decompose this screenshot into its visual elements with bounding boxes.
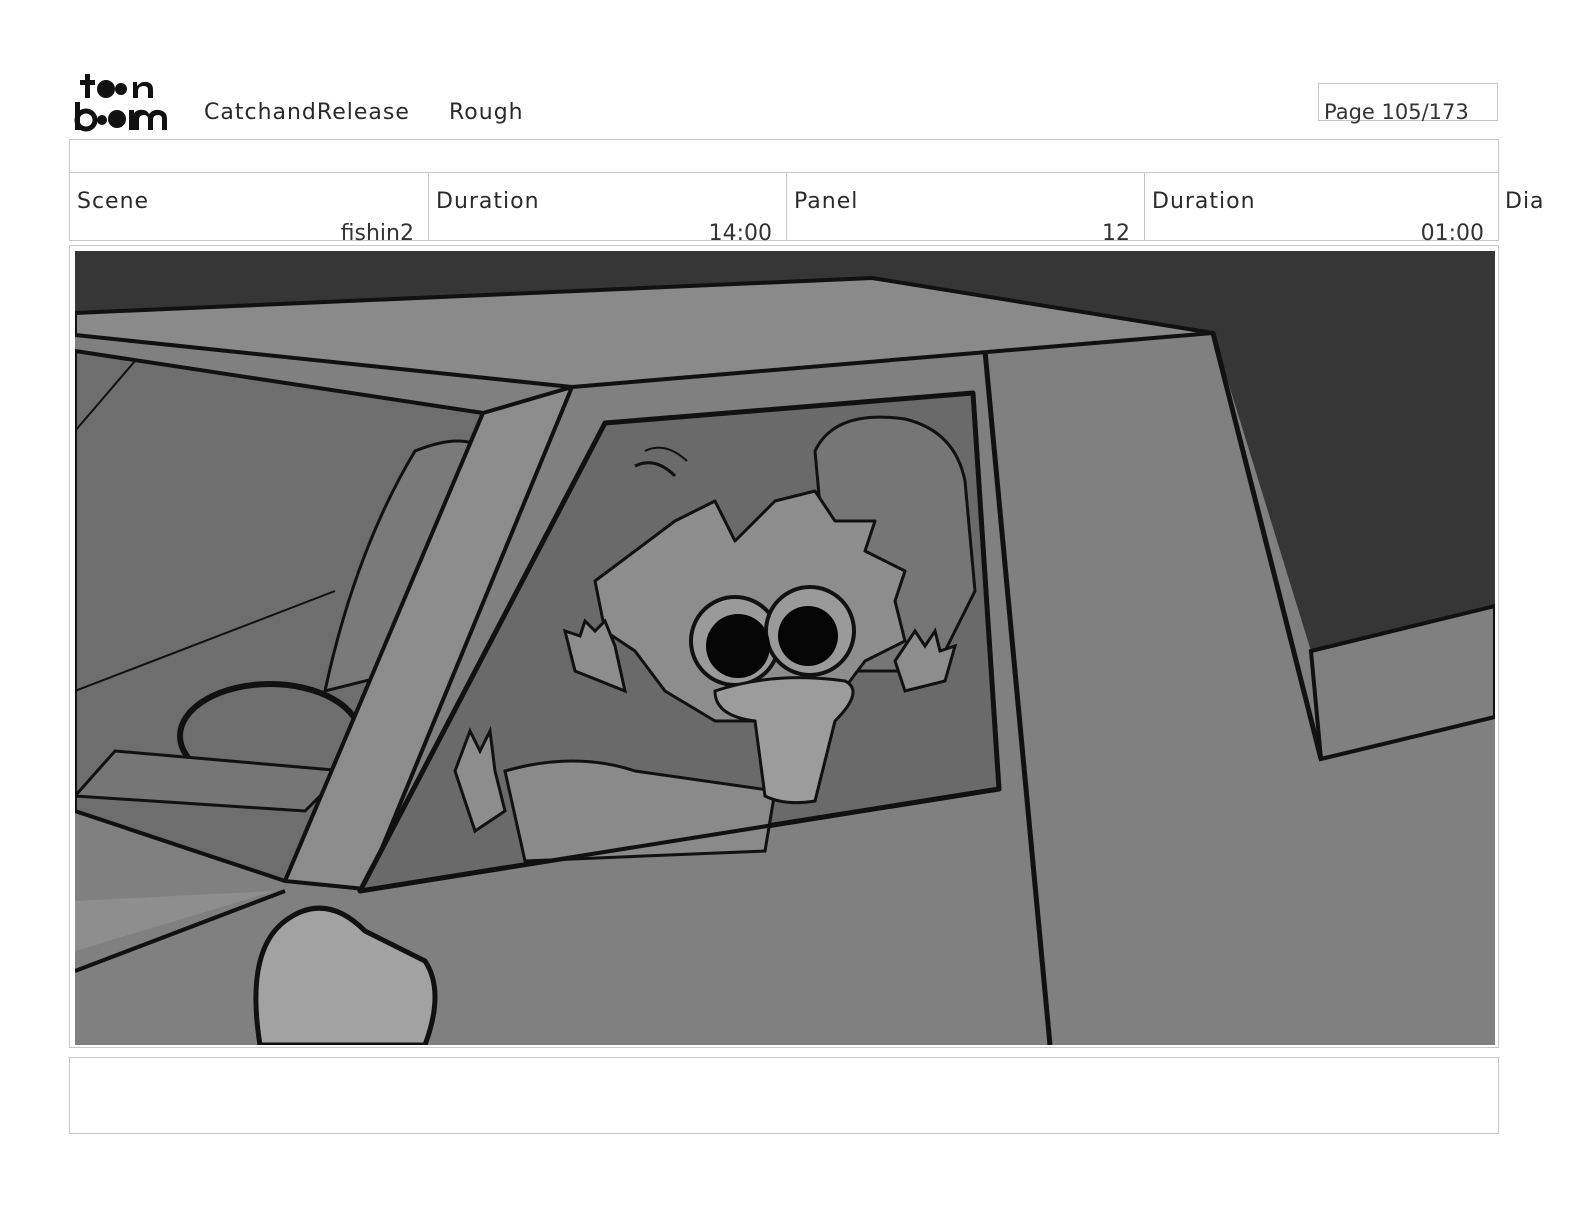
- info-row: Scene fishin2 Duration 14:00 Panel 12 Du…: [69, 173, 1499, 246]
- panel-duration-cell: Duration 01:00: [1144, 173, 1499, 246]
- scene-cell: Scene fishin2: [69, 173, 428, 246]
- panel-duration-label: Duration: [1152, 189, 1256, 214]
- scene-value: fishin2: [340, 221, 414, 246]
- stage-name: Rough: [449, 100, 524, 125]
- toonboom-logo: [74, 74, 167, 132]
- dialogue-label: Dia: [1505, 189, 1545, 214]
- dialogue-box: [69, 1057, 1499, 1134]
- panel-value: 12: [1102, 221, 1130, 246]
- scene-duration-cell: Duration 14:00: [428, 173, 786, 246]
- panel-duration-value: 01:00: [1420, 221, 1484, 246]
- page-number: Page 105/173: [1324, 100, 1469, 124]
- scene-duration-value: 14:00: [708, 221, 772, 246]
- storyboard-panel-image: [75, 251, 1495, 1045]
- panel-label: Panel: [794, 189, 859, 214]
- project-name: CatchandRelease: [204, 100, 410, 125]
- scene-duration-label: Duration: [436, 189, 540, 214]
- scene-label: Scene: [77, 189, 150, 214]
- panel-cell: Panel 12: [786, 173, 1144, 246]
- header-strip: [69, 139, 1499, 173]
